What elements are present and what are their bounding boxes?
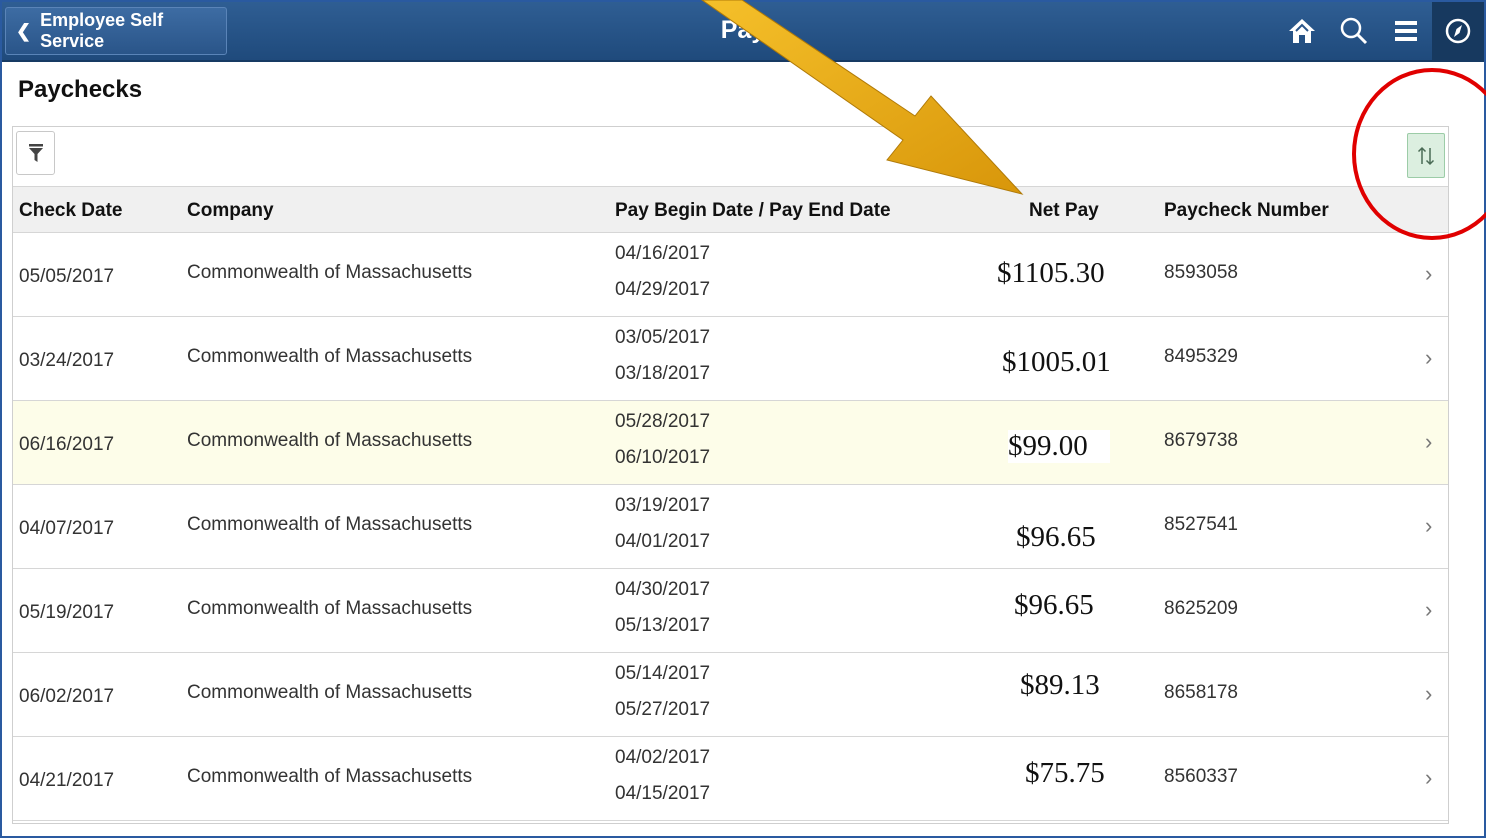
net-pay: $96.65 — [1014, 589, 1094, 621]
check-date: 03/24/2017 — [19, 350, 115, 371]
chevron-right-icon: › — [1425, 345, 1433, 370]
filter-icon — [28, 144, 43, 162]
check-date: 06/16/2017 — [19, 434, 115, 455]
table-row[interactable]: 05/19/2017 Commonwealth of Massachusetts… — [13, 569, 1448, 653]
pay-begin-date: 05/14/2017 — [615, 663, 711, 684]
pay-end-date: 04/01/2017 — [615, 531, 711, 552]
pay-end-date: 04/15/2017 — [615, 783, 711, 804]
col-paycheck-number[interactable]: Paycheck Number — [1164, 200, 1329, 222]
top-banner: ❮ Employee Self Service Pay — [2, 2, 1484, 62]
company: Commonwealth of Massachusetts — [187, 598, 473, 619]
table-header: Check Date Company Pay Begin Date / Pay … — [13, 186, 1448, 233]
company: Commonwealth of Massachusetts — [187, 766, 473, 787]
pay-begin-date: 04/16/2017 — [615, 243, 711, 264]
table-row[interactable]: 04/07/2017 Commonwealth of Massachusetts… — [13, 485, 1448, 569]
home-icon[interactable] — [1276, 2, 1328, 60]
pay-begin-date: 04/02/2017 — [615, 747, 711, 768]
menu-icon[interactable] — [1380, 2, 1432, 60]
pay-begin-date: 03/05/2017 — [615, 327, 711, 348]
col-company[interactable]: Company — [187, 200, 274, 222]
check-date: 04/07/2017 — [19, 518, 115, 539]
table-row[interactable]: 04/21/2017 Commonwealth of Massachusetts… — [13, 737, 1448, 821]
col-check-date[interactable]: Check Date — [19, 200, 123, 222]
pay-end-date: 06/10/2017 — [615, 447, 711, 468]
paycheck-number: 8658178 — [1164, 682, 1238, 703]
chevron-right-icon: › — [1425, 681, 1433, 706]
page-title: Pay — [720, 16, 766, 44]
table-row[interactable]: 06/02/2017 Commonwealth of Massachusetts… — [13, 653, 1448, 737]
col-pay-period[interactable]: Pay Begin Date / Pay End Date — [615, 200, 891, 222]
search-icon[interactable] — [1328, 2, 1380, 60]
paycheck-number: 8593058 — [1164, 262, 1238, 283]
check-date: 06/02/2017 — [19, 686, 115, 707]
net-pay: $1105.30 — [997, 257, 1105, 289]
company: Commonwealth of Massachusetts — [187, 514, 473, 535]
company: Commonwealth of Massachusetts — [187, 346, 473, 367]
company: Commonwealth of Massachusetts — [187, 682, 473, 703]
net-pay: $96.65 — [1016, 521, 1096, 553]
paycheck-number: 8560337 — [1164, 766, 1238, 787]
net-pay: $89.13 — [1020, 669, 1100, 701]
chevron-right-icon: › — [1425, 765, 1433, 790]
paycheck-number: 8679738 — [1164, 430, 1238, 451]
paycheck-number: 8495329 — [1164, 346, 1238, 367]
navbar-icon[interactable] — [1432, 2, 1484, 60]
net-pay: $99.00 — [1008, 430, 1110, 463]
sort-icon — [1417, 146, 1435, 165]
net-pay: $75.75 — [1025, 757, 1105, 789]
table-row[interactable]: 03/24/2017 Commonwealth of Massachusetts… — [13, 317, 1448, 401]
company: Commonwealth of Massachusetts — [187, 430, 473, 451]
check-date: 04/21/2017 — [19, 770, 115, 791]
net-pay: $1005.01 — [1002, 346, 1111, 378]
col-net-pay[interactable]: Net Pay — [1029, 200, 1099, 222]
chevron-right-icon: › — [1425, 513, 1433, 538]
chevron-right-icon: › — [1425, 261, 1433, 286]
paycheck-number: 8527541 — [1164, 514, 1238, 535]
check-date: 05/05/2017 — [19, 266, 115, 287]
company: Commonwealth of Massachusetts — [187, 262, 473, 283]
paycheck-number: 8625209 — [1164, 598, 1238, 619]
chevron-right-icon: › — [1425, 429, 1433, 454]
chevron-right-icon: › — [1425, 597, 1433, 622]
check-date: 05/19/2017 — [19, 602, 115, 623]
pay-begin-date: 03/19/2017 — [615, 495, 711, 516]
page-subtitle: Paychecks — [18, 76, 143, 103]
sort-button[interactable] — [1407, 133, 1445, 178]
table-row[interactable]: 05/05/2017 Commonwealth of Massachusetts… — [13, 233, 1448, 317]
pay-begin-date: 05/28/2017 — [615, 411, 711, 432]
paychecks-grid: Check Date Company Pay Begin Date / Pay … — [12, 126, 1449, 824]
pay-end-date: 04/29/2017 — [615, 279, 711, 300]
pay-begin-date: 04/30/2017 — [615, 579, 711, 600]
pay-end-date: 05/13/2017 — [615, 615, 711, 636]
table-row[interactable]: 06/16/2017 Commonwealth of Massachusetts… — [13, 401, 1448, 485]
pay-end-date: 05/27/2017 — [615, 699, 711, 720]
filter-button[interactable] — [16, 131, 55, 175]
pay-end-date: 03/18/2017 — [615, 363, 711, 384]
